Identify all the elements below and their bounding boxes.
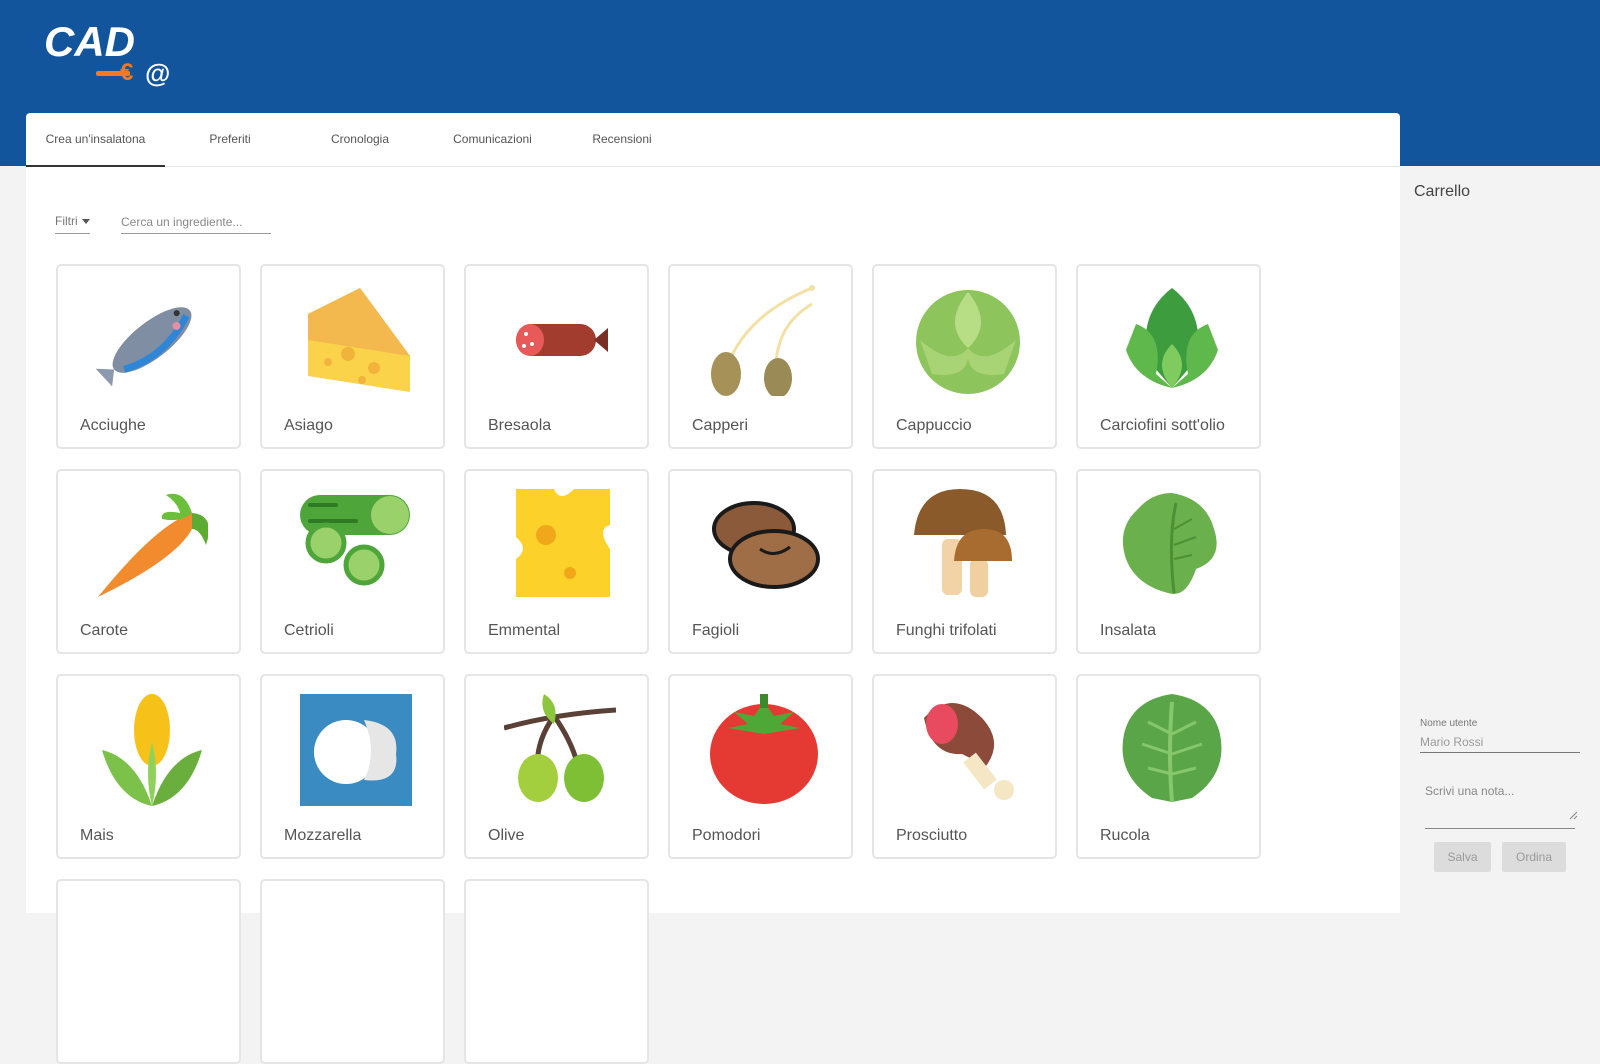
ingredient-name: Emmental xyxy=(488,622,561,639)
mozzarella-icon xyxy=(300,694,412,806)
ingredient-card[interactable] xyxy=(56,879,241,1064)
ingredient-card[interactable]: Prosciutto xyxy=(872,674,1057,859)
tab-comunicazioni[interactable]: Comunicazioni xyxy=(450,113,535,166)
ingredient-name: Acciughe xyxy=(80,417,146,434)
svg-text:€: € xyxy=(120,59,133,86)
ingredient-card[interactable] xyxy=(464,879,649,1064)
ingredient-card[interactable]: Bresaola xyxy=(464,264,649,449)
ingredient-name: Carote xyxy=(80,622,129,639)
ingredient-card[interactable]: Asiago xyxy=(260,264,445,449)
ingredient-card[interactable]: Mozzarella xyxy=(260,674,445,859)
note-textarea[interactable] xyxy=(1425,780,1575,829)
tomato-icon xyxy=(710,694,818,804)
beans-icon xyxy=(712,501,820,589)
ingredient-name: Cetrioli xyxy=(284,622,334,639)
ingredient-name: Mozzarella xyxy=(284,827,362,844)
ingredient-name: Asiago xyxy=(284,417,333,434)
filters-dropdown[interactable]: Filtri xyxy=(55,214,90,234)
ingredient-card[interactable]: Insalata xyxy=(1076,469,1261,654)
ingredient-card[interactable]: Fagioli xyxy=(668,469,853,654)
ingredient-name: Fagioli xyxy=(692,622,740,639)
svg-text:@: @ xyxy=(145,58,170,88)
mushroom-icon xyxy=(914,489,1012,597)
artichoke-icon xyxy=(1126,288,1218,388)
cabbage-icon xyxy=(916,290,1020,394)
ham-leg-icon xyxy=(924,703,1014,800)
svg-text:CAD: CAD xyxy=(44,18,135,65)
ingredient-card[interactable]: Carote xyxy=(56,469,241,654)
ingredient-name: Cappuccio xyxy=(896,417,972,434)
ingredient-name: Olive xyxy=(488,827,525,844)
ingredient-card[interactable]: Pomodori xyxy=(668,674,853,859)
ingredient-name: Mais xyxy=(80,827,114,844)
order-button[interactable]: Ordina xyxy=(1502,842,1566,872)
salami-icon xyxy=(516,324,608,356)
ingredient-card[interactable]: Emmental xyxy=(464,469,649,654)
carrot-icon xyxy=(98,493,208,597)
olive-icon xyxy=(504,694,616,802)
tab-bar: Crea un'insalatona Preferiti Cronologia … xyxy=(26,113,1400,167)
ingredient-card[interactable]: Funghi trifolati xyxy=(872,469,1057,654)
ingredient-card[interactable]: Olive xyxy=(464,674,649,859)
capers-icon xyxy=(711,285,815,396)
arugula-icon xyxy=(1122,694,1222,803)
ingredient-card[interactable]: Acciughe xyxy=(56,264,241,449)
ingredient-card[interactable]: Capperi xyxy=(668,264,853,449)
ingredient-name: Bresaola xyxy=(488,417,552,434)
ingredient-card[interactable]: Carciofini sott'olio xyxy=(1076,264,1261,449)
ingredient-card[interactable]: Rucola xyxy=(1076,674,1261,859)
ingredient-name: Carciofini sott'olio xyxy=(1100,417,1225,434)
lettuce-icon xyxy=(1122,493,1217,594)
ingredient-card[interactable]: Mais xyxy=(56,674,241,859)
ingredient-name: Rucola xyxy=(1100,827,1150,844)
ingredient-search-input[interactable] xyxy=(121,211,271,234)
save-button[interactable]: Salva xyxy=(1434,842,1491,872)
caret-down-icon xyxy=(81,219,90,225)
ingredient-name: Prosciutto xyxy=(896,827,968,844)
corn-icon xyxy=(102,694,202,806)
ingredient-card[interactable] xyxy=(260,879,445,1064)
filters-label: Filtri xyxy=(55,214,78,228)
username-label: Nome utente xyxy=(1420,718,1478,729)
cheese-wedge-icon xyxy=(308,288,410,392)
ingredient-name: Insalata xyxy=(1100,622,1157,639)
ingredient-name: Capperi xyxy=(692,417,749,434)
tab-recensioni[interactable]: Recensioni xyxy=(586,113,658,166)
main-panel: Crea un'insalatona Preferiti Cronologia … xyxy=(26,113,1400,1064)
ingredient-card[interactable]: Cetrioli xyxy=(260,469,445,654)
cart-title: Carrello xyxy=(1414,183,1471,200)
anchovy-icon xyxy=(96,307,192,387)
resize-grip-icon[interactable] xyxy=(1569,811,1578,820)
username-field[interactable] xyxy=(1420,732,1580,753)
tab-crea-insalatona[interactable]: Crea un'insalatona xyxy=(26,113,165,167)
tab-cronologia[interactable]: Cronologia xyxy=(320,113,400,166)
cucumber-icon xyxy=(300,495,410,586)
tab-preferiti[interactable]: Preferiti xyxy=(195,113,265,166)
cad-logo[interactable]: CAD € @ xyxy=(44,16,184,92)
ingredient-name: Pomodori xyxy=(692,827,761,844)
ingredient-card[interactable]: Cappuccio xyxy=(872,264,1057,449)
swiss-cheese-icon xyxy=(516,489,610,597)
ingredient-name: Funghi trifolati xyxy=(896,622,997,639)
